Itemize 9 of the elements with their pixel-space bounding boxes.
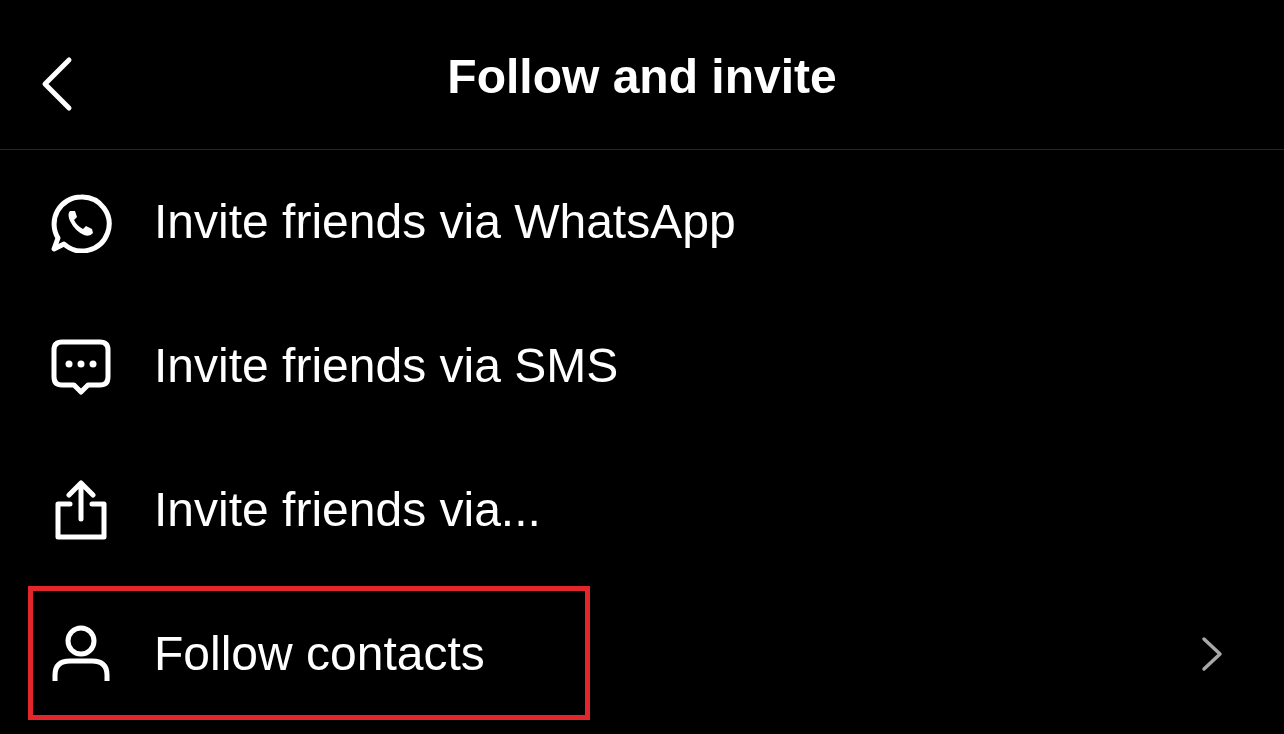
menu-item-label: Invite friends via WhatsApp bbox=[154, 194, 737, 250]
menu-item-label: Follow contacts bbox=[154, 626, 486, 682]
menu-item-label: Invite friends via... bbox=[154, 482, 542, 538]
menu-item-label: Invite friends via SMS bbox=[154, 338, 620, 394]
menu-item[interactable]: Invite friends via WhatsApp bbox=[0, 150, 1284, 294]
menu-item[interactable]: Invite friends via... bbox=[0, 438, 1284, 582]
menu-item[interactable]: Invite friends via SMS bbox=[0, 294, 1284, 438]
menu-item[interactable]: Follow contacts bbox=[0, 582, 1284, 726]
page-title: Follow and invite bbox=[447, 48, 837, 105]
